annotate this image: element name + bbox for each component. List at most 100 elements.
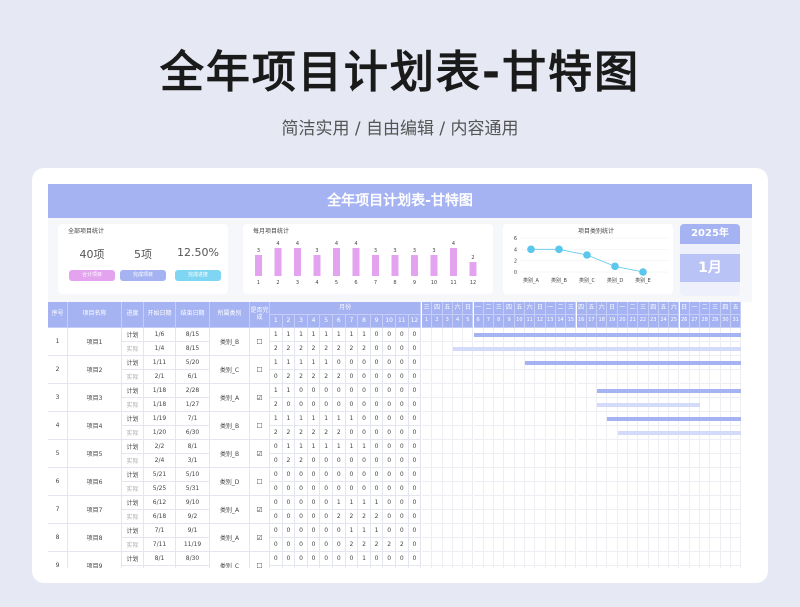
gantt-day-cell (679, 468, 690, 482)
gantt-day-cell (432, 552, 443, 566)
category-x-label: 类别_C (579, 277, 596, 284)
month-flag: 1 (370, 496, 384, 510)
end-date: 9/10 (176, 496, 210, 510)
done-checkbox[interactable]: ☑ (250, 496, 270, 524)
day-header: 27 (689, 315, 701, 328)
month-flag: 1 (345, 496, 359, 510)
gantt-day-cell (597, 468, 608, 482)
gantt-day-cell (494, 454, 505, 468)
gantt-day-cell (442, 412, 453, 426)
gantt-day-cell (525, 398, 536, 412)
month-column-header: 3 (295, 315, 308, 328)
year-label[interactable]: 2025年 (680, 224, 740, 244)
month-flag: 2 (333, 342, 346, 356)
gantt-day-cell (658, 510, 670, 524)
gantt-day-cell (555, 412, 567, 426)
month-flag: 2 (333, 426, 346, 440)
gantt-day-cell (452, 328, 464, 342)
month-flag: 1 (358, 328, 371, 342)
gantt-day-cell (514, 496, 525, 510)
gantt-day-cell (514, 524, 525, 538)
weekday-header: 一 (617, 302, 628, 315)
gantt-day-cell (607, 454, 618, 468)
month-flag: 2 (295, 342, 308, 356)
gantt-table: 序号 项目名称 进度 开始日期 结束日期 所属类别 是否完成 月份 1 2 3 4 5 6 7 8 9 10 11 1… (48, 302, 752, 568)
month-flag: 0 (370, 384, 384, 398)
gantt-day-cell (463, 356, 474, 370)
gantt-day-cell (689, 538, 701, 552)
month-flag: 2 (270, 398, 283, 412)
monthly-bar (450, 248, 457, 276)
month-flag: 1 (333, 496, 346, 510)
month-flag: 0 (345, 468, 359, 482)
done-checkbox[interactable]: ☑ (250, 524, 270, 552)
month-flag: 0 (408, 398, 422, 412)
gantt-day-cell (545, 426, 556, 440)
gantt-day-cell (473, 454, 484, 468)
month-flag: 2 (307, 370, 321, 384)
done-checkbox[interactable]: ☐ (250, 552, 270, 568)
gantt-day-cell (473, 384, 484, 398)
gantt-day-cell (545, 538, 556, 552)
gantt-day-cell (535, 496, 546, 510)
gantt-day-cell (535, 384, 546, 398)
month-flag: 0 (270, 566, 283, 568)
month-flag: 2 (282, 426, 296, 440)
gantt-day-cell (494, 566, 505, 568)
period-selector[interactable]: 2025年 1月 (680, 224, 740, 296)
day-header: 9 (504, 315, 515, 328)
gantt-day-cell (442, 384, 453, 398)
gantt-day-cell (555, 510, 567, 524)
gantt-day-cell (720, 552, 731, 566)
day-header: 4 (452, 315, 464, 328)
gantt-day-cell (658, 524, 670, 538)
gantt-day-cell (720, 538, 731, 552)
gantt-day-cell (689, 510, 701, 524)
gantt-day-cell (504, 552, 515, 566)
month-flag: 0 (307, 510, 321, 524)
gantt-day-cell (576, 524, 587, 538)
month-flag: 0 (295, 566, 308, 568)
monthly-bar-value: 3 (374, 248, 377, 254)
month-flag: 0 (320, 482, 333, 496)
month-flag: 0 (408, 440, 422, 454)
month-flag: 1 (270, 384, 283, 398)
gantt-day-cell (463, 440, 474, 454)
monthly-bar (391, 255, 399, 276)
month-flag: 0 (396, 566, 409, 568)
weekday-header: 二 (628, 302, 639, 315)
month-flag: 2 (282, 370, 296, 384)
gantt-day-cell (669, 552, 680, 566)
gantt-day-cell (504, 356, 515, 370)
done-checkbox[interactable]: ☐ (250, 356, 270, 384)
gantt-day-cell (432, 538, 443, 552)
done-checkbox[interactable]: ☑ (250, 440, 270, 468)
gantt-day-cell (494, 552, 505, 566)
gantt-day-cell (525, 412, 536, 426)
monthly-bar-value: 2 (471, 255, 474, 261)
done-checkbox[interactable]: ☐ (250, 412, 270, 440)
category-point (555, 245, 563, 254)
month-label[interactable]: 1月 (680, 254, 740, 282)
month-flag: 0 (408, 524, 422, 538)
gantt-day-cell (576, 552, 587, 566)
gantt-day-cell (514, 370, 525, 384)
month-column-header: 9 (370, 315, 384, 328)
gantt-day-cell (597, 510, 608, 524)
done-checkbox[interactable]: ☐ (250, 468, 270, 496)
gantt-day-cell (535, 566, 546, 568)
done-checkbox[interactable]: ☑ (250, 384, 270, 412)
gantt-day-cell (648, 454, 659, 468)
progress-type: 计划 (122, 328, 144, 342)
month-flag: 0 (408, 468, 422, 482)
weekday-header: 五 (514, 302, 525, 315)
month-flag: 0 (320, 496, 333, 510)
monthly-tick-label: 12 (470, 280, 476, 286)
gantt-day-cell (648, 440, 659, 454)
done-checkbox[interactable]: ☐ (250, 328, 270, 356)
day-header: 14 (555, 315, 567, 328)
month-flag: 0 (396, 468, 409, 482)
weekday-header: 一 (545, 302, 556, 315)
gantt-day-cell (463, 454, 474, 468)
gantt-day-cell (731, 440, 742, 454)
